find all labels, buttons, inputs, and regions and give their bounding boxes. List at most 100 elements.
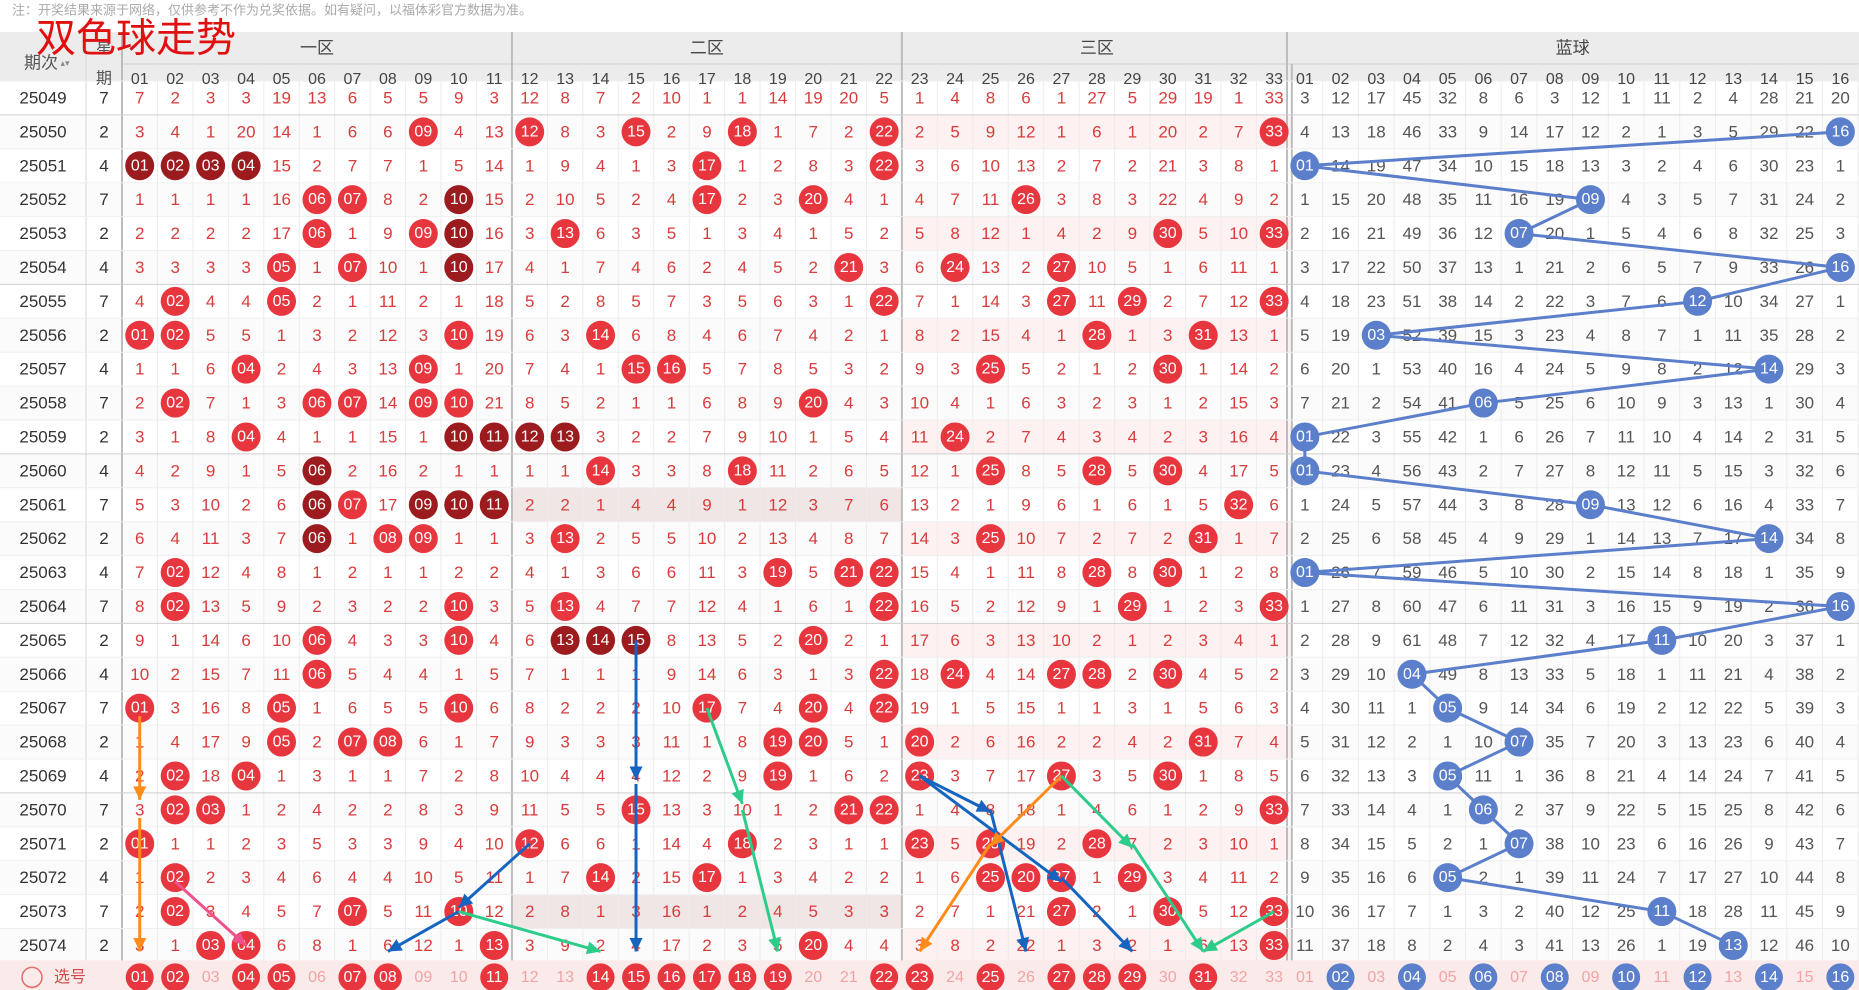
select-red-number[interactable]: 15 [627,969,645,986]
miss-count: 1 [560,563,569,582]
miss-count: 2 [1128,665,1137,684]
miss-count: 10 [910,394,929,413]
select-blue-number[interactable]: 05 [1439,969,1457,986]
select-red-number[interactable]: 14 [592,969,610,986]
miss-count: 3 [773,190,782,209]
miss-count: 23 [1331,461,1350,480]
select-blue-number[interactable]: 14 [1760,969,1778,986]
miss-count: 8 [667,326,676,345]
miss-count: 9 [1836,902,1845,921]
red-column-header: 16 [663,71,681,88]
select-red-number[interactable]: 04 [237,969,255,986]
select-red-number[interactable]: 29 [1123,969,1141,986]
miss-count: 8 [950,224,959,243]
red-ball-number: 22 [875,123,893,140]
select-red-number[interactable]: 16 [663,969,681,986]
select-red-number[interactable]: 18 [733,969,751,986]
select-red-number[interactable]: 05 [273,969,291,986]
select-blue-number[interactable]: 15 [1796,969,1814,986]
select-red-number[interactable]: 13 [556,969,574,986]
miss-count: 3 [596,122,605,141]
select-red-number[interactable]: 26 [1017,969,1035,986]
miss-count: 4 [560,766,569,785]
blue-ball-number: 16 [1831,598,1849,615]
select-red-number[interactable]: 24 [946,969,964,986]
miss-count: 20 [1367,190,1386,209]
select-label[interactable]: 选号 [54,968,86,986]
select-red-number[interactable]: 09 [414,969,432,986]
select-red-number[interactable]: 11 [486,969,503,986]
miss-count: 11 [273,665,291,684]
select-blue-number[interactable]: 04 [1403,969,1421,986]
miss-count: 5 [383,699,392,718]
miss-count: 22 [1545,292,1564,311]
miss-count: 3 [277,394,286,413]
miss-count: 4 [419,665,428,684]
select-red-number[interactable]: 17 [698,969,716,986]
red-ball-number: 24 [946,428,964,445]
select-blue-number[interactable]: 12 [1689,969,1707,986]
miss-count: 9 [454,88,463,107]
miss-count: 31 [1545,597,1564,616]
miss-count: 4 [1269,427,1278,446]
select-red-number[interactable]: 03 [202,969,220,986]
select-red-number[interactable]: 19 [769,969,787,986]
red-ball-number: 17 [698,157,716,174]
select-blue-number[interactable]: 13 [1724,969,1742,986]
miss-count: 4 [383,868,392,887]
select-red-number[interactable]: 12 [521,969,539,986]
select-red-number[interactable]: 25 [982,969,1000,986]
select-red-number[interactable]: 31 [1194,969,1212,986]
select-blue-number[interactable]: 16 [1831,969,1849,986]
miss-count: 8 [915,326,924,345]
miss-count: 1 [454,360,463,379]
select-red-number[interactable]: 22 [875,969,893,986]
select-blue-number[interactable]: 08 [1546,969,1564,986]
select-blue-number[interactable]: 01 [1296,969,1314,986]
miss-count: 36 [1438,224,1457,243]
miss-count: 4 [1407,800,1416,819]
select-red-number[interactable]: 27 [1053,969,1071,986]
miss-count: 1 [809,224,818,243]
miss-count: 11 [1760,902,1778,921]
miss-count: 1 [206,122,215,141]
select-red-number[interactable]: 08 [379,969,397,986]
select-blue-number[interactable]: 07 [1510,969,1528,986]
select-red-number[interactable]: 33 [1265,969,1283,986]
miss-count: 10 [662,88,681,107]
miss-count: 4 [950,394,959,413]
select-red-number[interactable]: 20 [804,969,822,986]
select-blue-number[interactable]: 03 [1367,969,1385,986]
select-red-number[interactable]: 23 [911,969,929,986]
miss-count: 54 [1402,394,1421,413]
select-red-number[interactable]: 28 [1088,969,1106,986]
miss-count: 17 [910,631,929,650]
red-ball-number: 02 [166,801,184,818]
select-red-number[interactable]: 10 [450,969,468,986]
miss-count: 8 [1021,461,1030,480]
select-red-number[interactable]: 21 [840,969,858,986]
miss-count: 5 [1479,563,1488,582]
miss-count: 19 [1545,190,1564,209]
miss-count: 5 [525,292,534,311]
select-red-number[interactable]: 32 [1230,969,1248,986]
select-red-number[interactable]: 07 [344,969,362,986]
select-red-number[interactable]: 30 [1159,969,1177,986]
miss-count: 9 [1479,699,1488,718]
select-blue-number[interactable]: 10 [1617,969,1635,986]
miss-count: 8 [312,936,321,955]
select-blue-number[interactable]: 11 [1654,969,1671,986]
select-red-number[interactable]: 01 [131,969,149,986]
select-blue-number[interactable]: 02 [1332,969,1350,986]
miss-count: 32 [1759,224,1778,243]
star-cell: 7 [99,394,108,413]
select-red-number[interactable]: 02 [166,969,184,986]
select-red-number[interactable]: 06 [308,969,326,986]
red-column-header: 15 [627,71,645,88]
select-blue-number[interactable]: 06 [1474,969,1492,986]
miss-count: 1 [348,936,357,955]
blue-ball-number: 05 [1439,869,1457,886]
red-ball-number: 08 [379,530,397,547]
select-blue-number[interactable]: 09 [1582,969,1600,986]
miss-count: 6 [809,597,818,616]
